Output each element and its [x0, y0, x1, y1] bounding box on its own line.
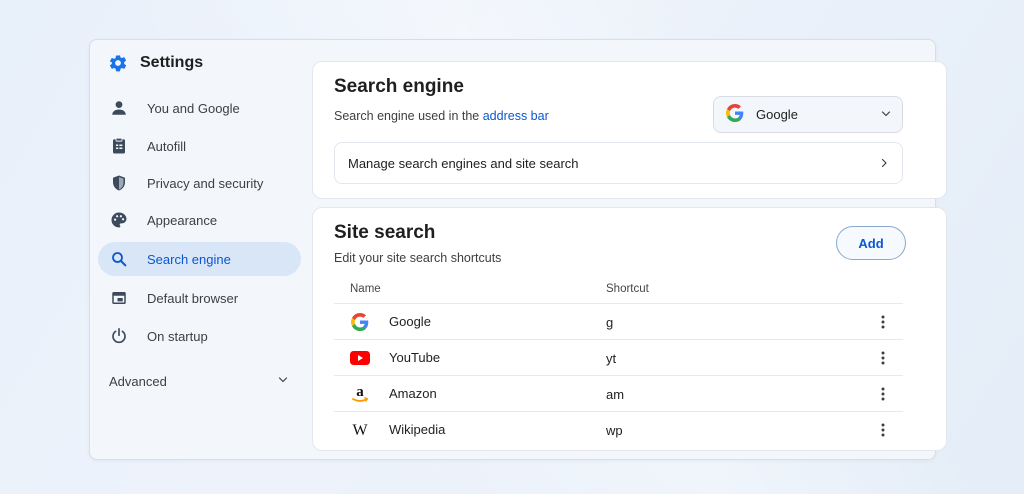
- sidebar-item-label: Autofill: [147, 138, 187, 154]
- site-search-title: Site search: [334, 222, 436, 243]
- settings-title: Settings: [140, 54, 204, 71]
- more-vertical-icon[interactable]: [876, 420, 890, 440]
- gear-icon: [108, 53, 128, 73]
- amazon-logo-icon: a: [350, 384, 370, 404]
- shield-icon: [109, 173, 129, 193]
- table-row: W Wikipedia wp: [334, 412, 903, 448]
- row-name: Amazon: [389, 386, 437, 401]
- google-logo-icon: [726, 104, 744, 125]
- svg-text:a: a: [356, 384, 364, 400]
- more-vertical-icon[interactable]: [876, 348, 890, 368]
- site-search-card: Site search Edit your site search shortc…: [312, 207, 947, 451]
- search-icon: [109, 249, 129, 269]
- manage-search-engines-link[interactable]: Manage search engines and site search: [334, 142, 903, 184]
- table-row: a Amazon am: [334, 376, 903, 412]
- sidebar-item-label: Default browser: [147, 290, 239, 306]
- wikipedia-logo-icon: W: [350, 420, 370, 440]
- search-engine-select[interactable]: Google: [713, 96, 903, 133]
- sidebar-item-privacy-and-security[interactable]: Privacy and security: [98, 166, 301, 200]
- selected-engine-label: Google: [756, 107, 798, 122]
- sidebar-item-autofill[interactable]: Autofill: [98, 129, 301, 163]
- more-vertical-icon[interactable]: [876, 384, 890, 404]
- sidebar-item-appearance[interactable]: Appearance: [98, 203, 301, 237]
- sidebar-item-label: Search engine: [147, 251, 231, 267]
- sidebar-item-you-and-google[interactable]: You and Google: [98, 91, 301, 125]
- search-engine-subtitle: Search engine used in the address bar: [334, 109, 549, 123]
- palette-icon: [109, 210, 129, 230]
- table-row: Google g: [334, 304, 903, 340]
- browser-icon: [109, 288, 129, 308]
- chevron-right-icon: [878, 157, 890, 172]
- row-name: YouTube: [389, 350, 441, 365]
- chevron-down-icon: [880, 108, 892, 123]
- add-button[interactable]: Add: [836, 226, 906, 260]
- site-search-subtitle: Edit your site search shortcuts: [334, 251, 502, 265]
- sidebar-item-on-startup[interactable]: On startup: [98, 319, 301, 353]
- table-header: Name Shortcut: [334, 280, 903, 304]
- sidebar-item-label: On startup: [147, 328, 208, 344]
- address-bar-link[interactable]: address bar: [483, 109, 549, 123]
- search-engine-card: Search engine Search engine used in the …: [312, 61, 947, 199]
- subtitle-text: Search engine used in the: [334, 109, 480, 123]
- power-icon: [109, 326, 129, 346]
- sidebar-item-search-engine[interactable]: Search engine: [98, 242, 301, 276]
- sidebar-item-label: Privacy and security: [147, 175, 264, 191]
- row-name: Google: [389, 314, 431, 329]
- row-shortcut: yt: [606, 351, 617, 366]
- svg-text:W: W: [352, 422, 368, 438]
- settings-header: Settings: [108, 52, 203, 74]
- row-shortcut: g: [606, 315, 614, 330]
- person-icon: [109, 98, 129, 118]
- youtube-logo-icon: [350, 348, 370, 368]
- sidebar-item-default-browser[interactable]: Default browser: [98, 281, 301, 315]
- google-logo-icon: [350, 312, 370, 332]
- settings-window: Settings You and Google Autofill Privacy…: [89, 39, 947, 460]
- table-row: YouTube yt: [334, 340, 903, 376]
- chevron-down-icon: [277, 374, 289, 389]
- sidebar: Settings You and Google Autofill Privacy…: [90, 40, 310, 459]
- sidebar-item-label: You and Google: [147, 100, 240, 116]
- clipboard-icon: [109, 136, 129, 156]
- search-engine-title: Search engine: [334, 76, 464, 97]
- sidebar-advanced-toggle[interactable]: Advanced: [109, 370, 289, 392]
- manage-label: Manage search engines and site search: [348, 155, 579, 171]
- sidebar-item-label: Appearance: [147, 212, 218, 228]
- column-name-header: Name: [350, 283, 381, 295]
- advanced-label: Advanced: [109, 373, 167, 389]
- more-vertical-icon[interactable]: [876, 312, 890, 332]
- column-shortcut-header: Shortcut: [606, 283, 649, 295]
- row-shortcut: wp: [606, 423, 623, 438]
- row-name: Wikipedia: [389, 422, 446, 437]
- row-shortcut: am: [606, 387, 625, 402]
